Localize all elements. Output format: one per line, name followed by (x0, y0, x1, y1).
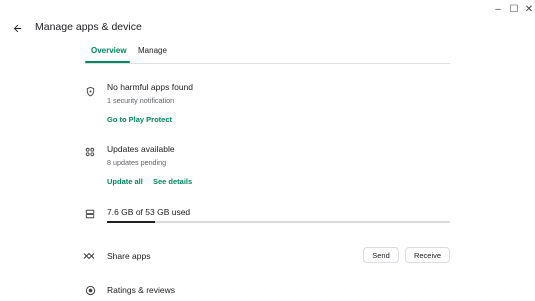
update-all-link[interactable]: Update all (107, 177, 143, 186)
see-details-link[interactable]: See details (153, 177, 192, 186)
shield-icon (84, 85, 96, 97)
updates-title: Updates available (107, 144, 175, 154)
ratings-icon (84, 284, 96, 296)
maximize-icon: ☐ (509, 3, 519, 15)
protect-subtitle: 1 security notification (107, 96, 175, 105)
storage-text: 7.6 GB of 53 GB used (107, 207, 191, 217)
share-apps-icon (83, 250, 95, 262)
go-to-play-protect-link[interactable]: Go to Play Protect (107, 115, 172, 124)
back-button[interactable] (10, 21, 24, 35)
ratings-reviews-label[interactable]: Ratings & reviews (107, 285, 175, 295)
minimize-icon: – (495, 3, 501, 15)
tab-overview[interactable]: Overview (91, 46, 127, 55)
page-title: Manage apps & device (35, 21, 142, 33)
maximize-button[interactable]: ☐ (507, 2, 521, 16)
protect-title: No harmful apps found (107, 82, 193, 92)
minimize-button[interactable]: – (491, 2, 505, 16)
storage-icon (84, 208, 96, 220)
receive-button[interactable]: Receive (405, 247, 450, 263)
updates-subtitle: 8 updates pending (107, 158, 167, 167)
close-icon: ✕ (524, 3, 534, 15)
send-button[interactable]: Send (363, 247, 399, 263)
tabs-divider (85, 63, 450, 64)
tab-manage[interactable]: Manage (138, 46, 167, 55)
apps-grid-icon (84, 146, 96, 158)
storage-progress-fill (107, 221, 156, 223)
arrow-back-icon (13, 24, 21, 32)
close-button[interactable]: ✕ (522, 2, 535, 16)
share-apps-label: Share apps (107, 251, 151, 261)
storage-progress-bar (107, 221, 450, 223)
